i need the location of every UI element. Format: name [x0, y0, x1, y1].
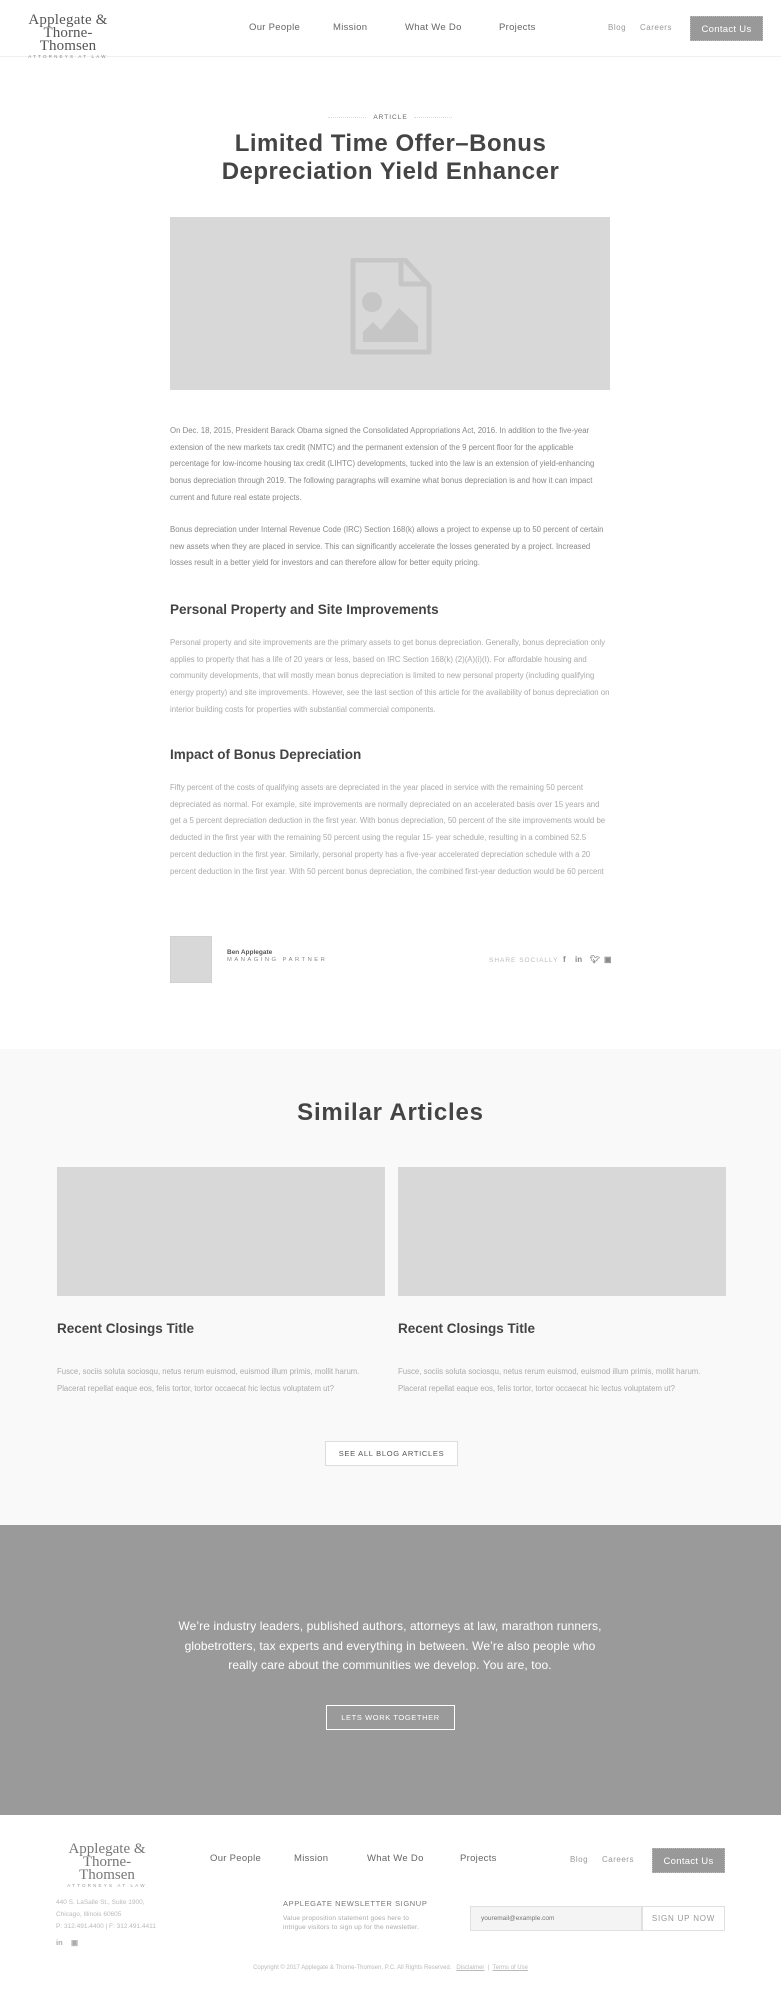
instagram-icon[interactable]: ▣ [604, 955, 612, 964]
section-body: Personal property and site improvements … [170, 638, 610, 714]
see-all-blog-articles-button[interactable]: SEE ALL BLOG ARTICLES [325, 1441, 458, 1466]
terms-of-use-link[interactable]: Terms of Use [493, 1965, 528, 1971]
newsletter-title: APPLEGATE NEWSLETTER SIGNUP [283, 1899, 428, 1908]
section-heading: Personal Property and Site Improvements [170, 602, 439, 617]
article-paragraph: Bonus depreciation under Internal Revenu… [170, 525, 604, 568]
address-line: Chicago, Illinois 60605 [56, 1911, 122, 1918]
footer-contact-us-button[interactable]: Contact Us [652, 1848, 725, 1873]
nav-projects[interactable]: Projects [499, 22, 536, 33]
similar-articles-title: Similar Articles [297, 1099, 484, 1126]
kicker-divider-right [414, 117, 452, 118]
card-text: Fusce, sociis soluta sociosqu, netus rer… [398, 1367, 701, 1393]
copyright-bar: Copyright © 2017 Applegate & Thorne-Thom… [0, 1965, 781, 1971]
footer-logo[interactable]: Applegate & Thorne-Thomsen ATTORNEYS AT … [55, 1842, 159, 1889]
footer-logo-tagline: ATTORNEYS AT LAW [67, 1883, 147, 1888]
link-separator: | [487, 1965, 490, 1971]
footer-nav-our-people[interactable]: Our People [210, 1853, 261, 1864]
card-image[interactable] [57, 1167, 385, 1296]
footer-nav-projects[interactable]: Projects [460, 1853, 497, 1864]
facebook-icon[interactable]: f [563, 955, 566, 964]
phone-fax: P: 312.491.4400 | F: 312.491.4411 [56, 1923, 156, 1930]
footer-nav-mission[interactable]: Mission [294, 1853, 328, 1864]
section-heading: Impact of Bonus Depreciation [170, 747, 362, 762]
image-file-icon [350, 258, 432, 355]
lets-work-together-button[interactable]: LETS WORK TOGETHER [326, 1705, 455, 1730]
author-name: Ben Applegate [227, 949, 273, 956]
nav-what-we-do[interactable]: What We Do [405, 22, 462, 33]
article-title-line-1: Limited Time Offer–Bonus [234, 130, 547, 157]
site-header: Applegate & Thorne-Thomsen ATTORNEYS AT … [0, 0, 781, 60]
footer-nav-careers[interactable]: Careers [602, 1855, 634, 1864]
footer-address: 440 S. LaSalle St., Suite 1900, Chicago,… [56, 1897, 156, 1933]
contact-us-button[interactable]: Contact Us [690, 16, 763, 41]
linkedin-icon[interactable]: in [56, 1938, 63, 1947]
card-title[interactable]: Recent Closings Title [398, 1321, 535, 1336]
nav-careers[interactable]: Careers [640, 23, 672, 32]
nav-blog[interactable]: Blog [608, 23, 626, 32]
section-body: Fifty percent of the costs of qualifying… [170, 783, 606, 876]
footer-logo-line-2: Thorne-Thomsen [79, 1854, 135, 1883]
card-image[interactable] [398, 1167, 726, 1296]
twitter-icon[interactable]: 🐦︎ [590, 955, 600, 964]
card-title[interactable]: Recent Closings Title [57, 1321, 194, 1336]
nav-mission[interactable]: Mission [333, 22, 367, 33]
author-role: MANAGING PARTNER [227, 957, 328, 963]
hero-image-placeholder [170, 217, 610, 390]
card-text: Fusce, sociis soluta sociosqu, netus rer… [57, 1367, 360, 1393]
share-label: SHARE SOCIALLY [489, 957, 559, 964]
instagram-icon[interactable]: ▣ [71, 1938, 78, 1947]
logo-tagline: ATTORNEYS AT LAW [28, 54, 108, 59]
article-paragraph: On Dec. 18, 2015, President Barack Obama… [170, 426, 595, 502]
newsletter-description: Value proposition statement goes here to… [283, 1915, 420, 1931]
footer-nav-blog[interactable]: Blog [570, 1855, 588, 1864]
logo-line-2: Thorne-Thomsen [39, 25, 97, 54]
cta-text: We’re industry leaders, published author… [178, 1619, 602, 1672]
logo[interactable]: Applegate & Thorne-Thomsen ATTORNEYS AT … [16, 13, 120, 60]
footer-nav-what-we-do[interactable]: What We Do [367, 1853, 424, 1864]
disclaimer-link[interactable]: Disclaimer [456, 1965, 484, 1971]
address-line: 440 S. LaSalle St., Suite 1900, [56, 1899, 145, 1906]
author-avatar [170, 936, 212, 983]
copyright-text: Copyright © 2017 Applegate & Thorne-Thom… [253, 1965, 452, 1971]
article-kicker: ARTICLE [373, 114, 408, 121]
sign-up-now-button[interactable]: SIGN UP NOW [642, 1906, 725, 1931]
newsletter-email-input[interactable] [470, 1906, 642, 1931]
article-title: Limited Time Offer–Bonus Depreciation Yi… [0, 130, 781, 186]
article-title-line-2: Depreciation Yield Enhancer [221, 158, 560, 185]
nav-our-people[interactable]: Our People [249, 22, 300, 33]
linkedin-icon[interactable]: in [575, 955, 582, 964]
